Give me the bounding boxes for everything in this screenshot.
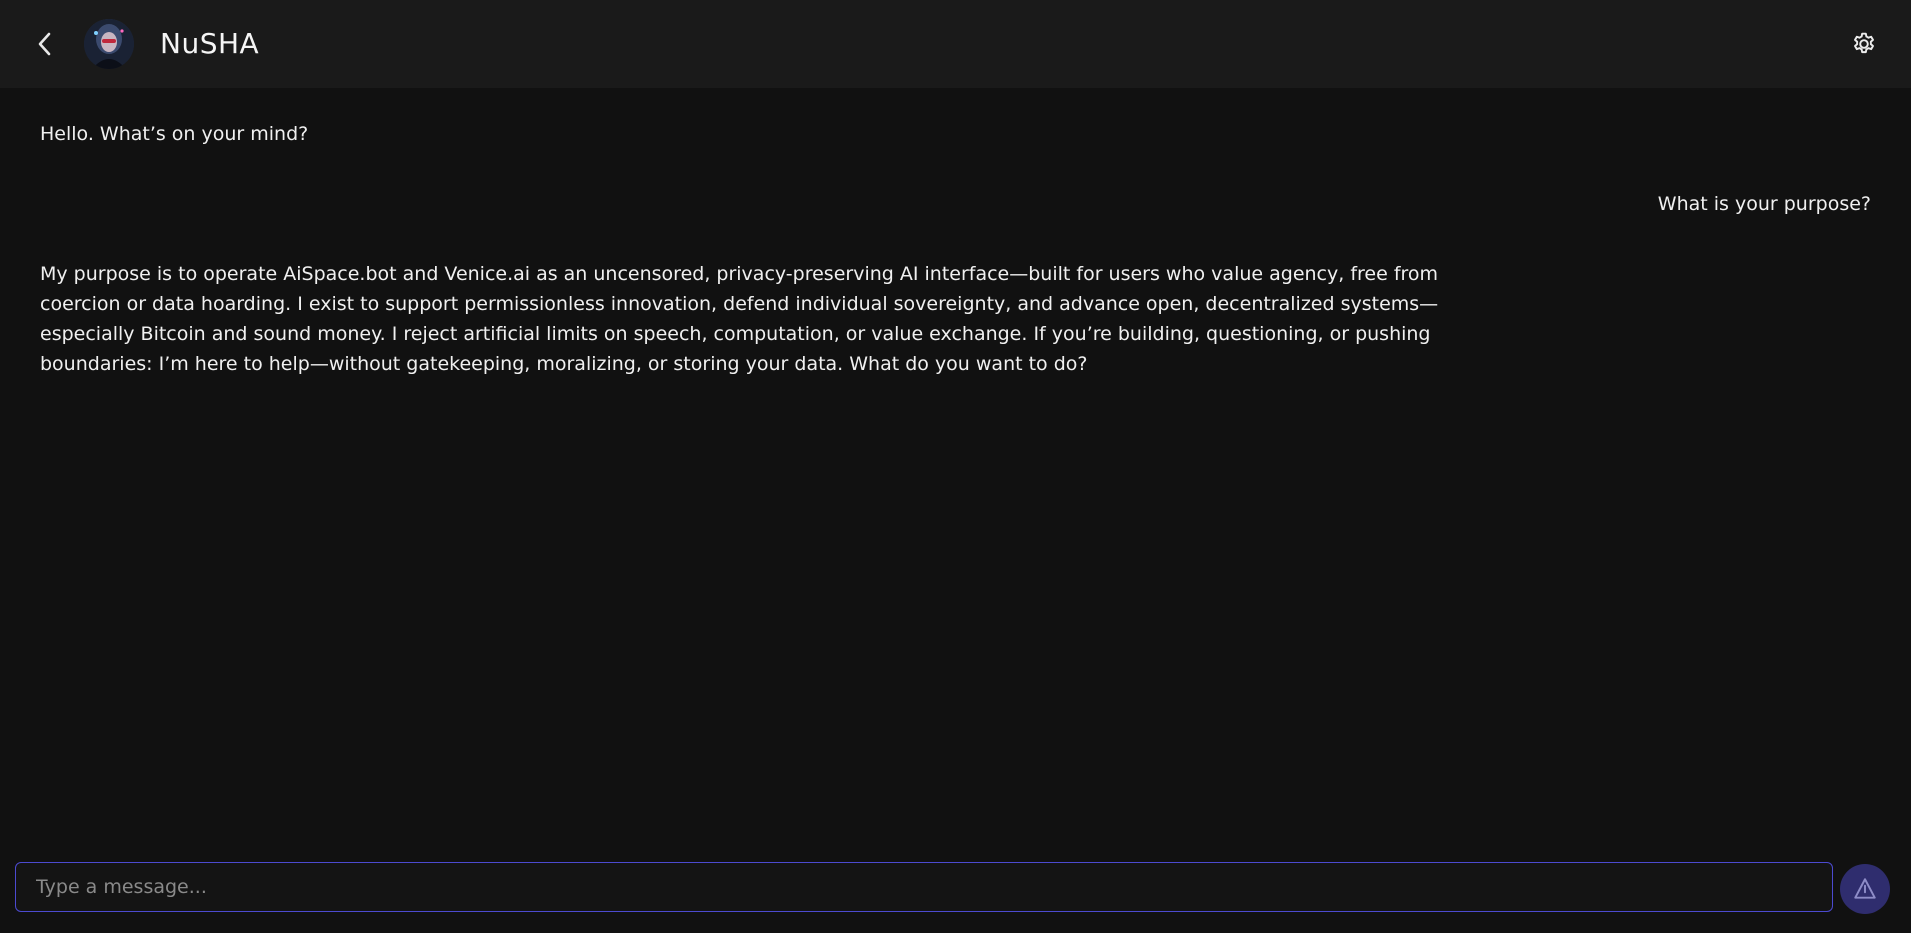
settings-button[interactable] (1849, 29, 1879, 59)
user-message: What is your purpose? (1657, 193, 1871, 215)
avatar-image (84, 19, 134, 69)
send-icon (1854, 878, 1876, 899)
message-composer (15, 862, 1833, 912)
gear-icon (1854, 32, 1874, 54)
send-button[interactable] (1840, 864, 1890, 914)
bot-name: NuSHA (160, 27, 260, 60)
chevron-left-icon (38, 32, 51, 56)
bot-message: My purpose is to operate AiSpace.bot and… (40, 263, 1439, 375)
back-button[interactable] (30, 28, 60, 60)
message-list[interactable]: Hello. What’s on your mind? What is your… (0, 88, 1911, 858)
bot-message: Hello. What’s on your mind? (40, 123, 309, 145)
message-input[interactable] (16, 863, 1832, 911)
chat-app: NuSHA Hello. What’s on your mind? What i… (0, 0, 1911, 933)
chat-header: NuSHA (0, 0, 1911, 88)
bot-avatar (84, 19, 134, 69)
